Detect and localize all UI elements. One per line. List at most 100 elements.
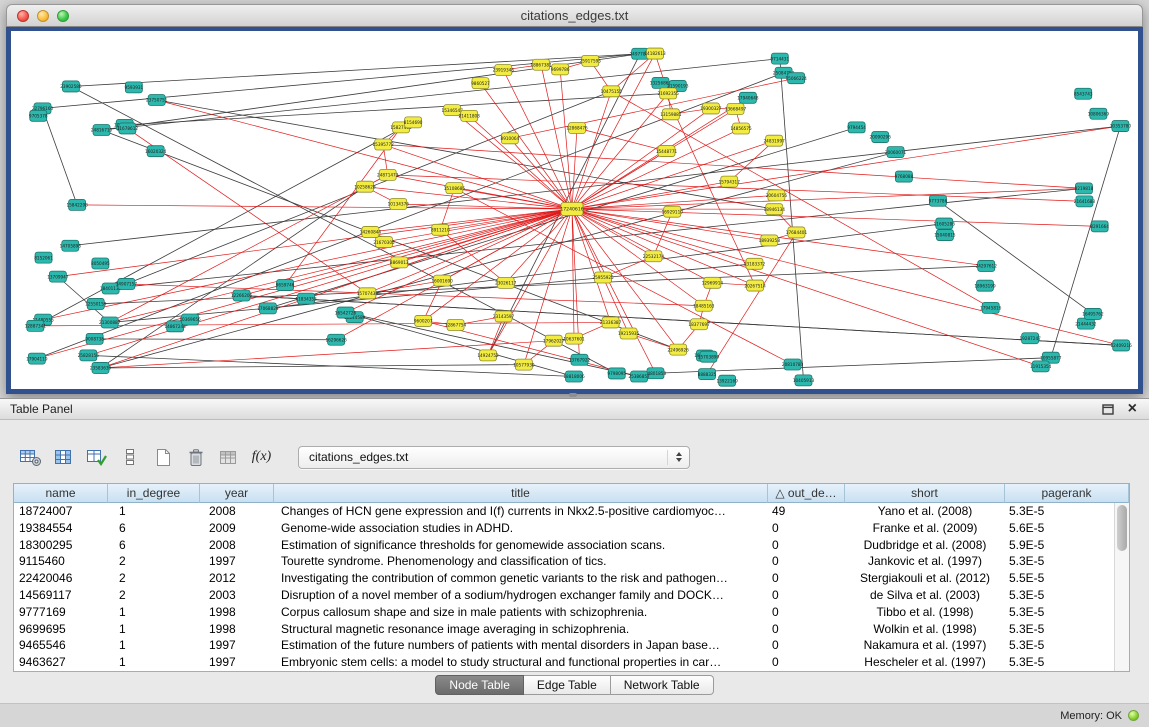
panel-resize-handle[interactable] <box>569 393 577 397</box>
graph-node[interactable]: 23583639 <box>90 362 112 373</box>
graph-node[interactable]: 21300887 <box>99 317 121 328</box>
citation-edge[interactable] <box>572 209 704 306</box>
graph-node[interactable]: 16542726 <box>335 307 357 318</box>
citation-edge[interactable] <box>157 100 572 209</box>
network-canvas[interactable]: 1470589816020324137099478050495227961601… <box>11 31 1138 389</box>
close-panel-icon[interactable]: × <box>1128 401 1137 417</box>
graph-node[interactable]: 20810780 <box>782 359 804 370</box>
citation-edge[interactable] <box>423 281 442 321</box>
citation-edge[interactable] <box>572 93 668 209</box>
graph-node[interactable]: 12868476 <box>566 122 588 133</box>
citation-edge[interactable] <box>440 188 454 230</box>
graph-node[interactable]: 23919348 <box>493 64 515 75</box>
table-row[interactable]: 2242004622012Investigating the contribut… <box>14 570 1114 587</box>
graph-node[interactable]: 24871473 <box>377 169 399 180</box>
graph-node[interactable]: 21692355 <box>657 88 679 99</box>
tab-network-table[interactable]: Network Table <box>611 675 714 695</box>
graph-node[interactable]: 8152061 <box>34 252 53 263</box>
graph-node[interactable]: 8050495 <box>91 258 110 269</box>
new-table-icon[interactable] <box>150 445 175 469</box>
citation-edge[interactable] <box>572 209 986 266</box>
graph-node[interactable]: 22532174 <box>643 251 665 262</box>
window-minimize-button[interactable] <box>37 10 49 22</box>
graph-node[interactable]: 10353780 <box>1110 121 1132 132</box>
graph-node[interactable]: 15395772 <box>372 139 394 150</box>
citation-edge[interactable] <box>35 322 610 325</box>
citation-edge[interactable] <box>43 108 78 204</box>
graph-node[interactable]: 21336387 <box>600 317 622 328</box>
graph-node[interactable]: 20267514 <box>744 280 766 291</box>
table-row[interactable]: 946554611997Estimation of the future num… <box>14 637 1114 654</box>
graph-node[interactable]: 24831997 <box>763 135 785 146</box>
table-row[interactable]: 911546021997Tourette syndrome. Phenomeno… <box>14 553 1114 570</box>
graph-node[interactable]: 10405913 <box>793 375 815 386</box>
citation-edge[interactable] <box>58 209 572 277</box>
citation-edge[interactable] <box>577 128 666 151</box>
citation-edge[interactable] <box>572 209 754 264</box>
graph-node[interactable]: 18818006 <box>563 371 585 382</box>
graph-node[interactable]: 18867381 <box>530 59 552 70</box>
citation-edge[interactable] <box>440 230 505 283</box>
graph-node[interactable]: 10577930 <box>513 359 535 370</box>
graph-node[interactable]: 9705378 <box>29 110 48 121</box>
graph-node[interactable]: 11678612 <box>117 123 139 134</box>
graph-node[interactable]: 12867754 <box>445 320 467 331</box>
graph-node[interactable]: 14182613 <box>644 48 666 59</box>
graph-node[interactable]: 16020324 <box>145 146 167 157</box>
graph-node[interactable]: 12887341 <box>25 320 47 331</box>
citation-edge[interactable] <box>572 209 1041 366</box>
graph-node[interactable]: 20604756 <box>766 190 788 201</box>
graph-node[interactable]: 17940648 <box>737 92 759 103</box>
graph-node[interactable]: 14260844 <box>360 226 382 237</box>
graph-node[interactable]: 10475155 <box>601 86 623 97</box>
graph-node[interactable]: 16495762 <box>1082 308 1104 319</box>
tab-edge-table[interactable]: Edge Table <box>524 675 611 695</box>
graph-node[interactable]: 9593931 <box>125 82 144 93</box>
window-zoom-button[interactable] <box>57 10 69 22</box>
graph-node[interactable]: 17240616 <box>560 203 583 216</box>
graph-node[interactable]: 11605286 <box>934 218 956 229</box>
window-close-button[interactable] <box>17 10 29 22</box>
column-header-name[interactable]: name <box>14 484 108 503</box>
graph-node[interactable]: 13922169 <box>716 375 738 386</box>
graph-node[interactable]: 8219818 <box>1075 183 1094 194</box>
table-scrollbar[interactable] <box>1114 503 1129 671</box>
graph-node[interactable]: 15346547 <box>442 105 464 116</box>
graph-node[interactable]: 13256866 <box>650 77 672 88</box>
graph-node[interactable]: 23026117 <box>495 277 517 288</box>
delete-table-icon[interactable] <box>183 445 208 469</box>
graph-node[interactable]: 9008738 <box>85 333 104 344</box>
function-builder-icon[interactable]: f(x) <box>249 445 274 469</box>
citation-edge[interactable] <box>101 187 365 368</box>
graph-node[interactable]: 15066224 <box>786 73 808 84</box>
graph-node[interactable]: 9860527 <box>471 78 490 89</box>
graph-node[interactable]: 25955925 <box>592 272 614 283</box>
column-header-out_degree[interactable]: △ out_de… <box>768 484 845 503</box>
graph-node[interactable]: 8869013 <box>390 257 409 268</box>
column-header-short[interactable]: short <box>845 484 1005 503</box>
graph-node[interactable]: 10806369 <box>1088 108 1110 119</box>
graph-node[interactable]: 9659746 <box>276 280 295 291</box>
graph-node[interactable]: 19215935 <box>618 328 640 339</box>
network-window-titlebar[interactable]: citations_edges.txt <box>6 4 1143 27</box>
citation-edge[interactable] <box>70 126 1120 246</box>
float-panel-icon[interactable] <box>1102 404 1114 415</box>
graph-node[interactable]: 9794454 <box>847 122 866 133</box>
graph-node[interactable]: 15040815 <box>934 230 956 241</box>
graph-node[interactable]: 12409216 <box>1111 340 1133 351</box>
column-header-year[interactable]: year <box>200 484 274 503</box>
graph-node[interactable]: 14907157 <box>116 278 138 289</box>
citation-edge[interactable] <box>572 209 1121 345</box>
graph-node[interactable]: 12969914 <box>702 277 724 288</box>
table-row[interactable]: 1830029562008Estimation of significance … <box>14 537 1114 554</box>
graph-node[interactable]: 22496926 <box>667 344 689 355</box>
graph-node[interactable]: 21411808 <box>459 110 481 121</box>
graph-node[interactable]: 19287247 <box>1019 333 1041 344</box>
graph-node[interactable]: 15108685 <box>444 183 466 194</box>
graph-node[interactable]: 9798095 <box>607 368 626 379</box>
graph-node[interactable]: 10369656 <box>179 314 201 325</box>
table-row[interactable]: 1938455462009Genome-wide association stu… <box>14 520 1114 537</box>
citation-edge[interactable] <box>469 116 572 209</box>
graph-node[interactable]: 15703899 <box>698 351 720 362</box>
graph-node[interactable]: 25917595 <box>580 55 602 66</box>
